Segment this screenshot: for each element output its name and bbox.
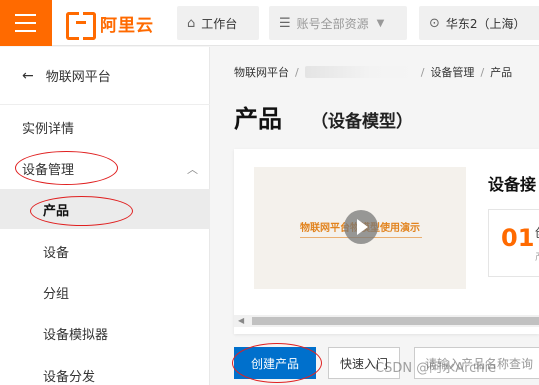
step-number: 01 <box>501 224 535 252</box>
breadcrumb-item-device-management[interactable]: 设备管理 <box>430 64 474 80</box>
sidebar-item-device-distribution[interactable]: 设备分发 <box>0 355 210 385</box>
sidebar-item-device-simulator[interactable]: 设备模拟器 <box>0 313 210 353</box>
main-content: 物联网平台 / / 设备管理 / 产品 产品 （设备模型） 物联网平台物模型使用… <box>211 47 539 385</box>
breadcrumb-item-products: 产品 <box>490 66 513 79</box>
sidebar-item-devices[interactable]: 设备 <box>0 231 210 271</box>
aliyun-logo-icon <box>66 12 96 40</box>
scrollbar-thumb[interactable] <box>252 317 539 325</box>
play-icon[interactable] <box>344 210 378 244</box>
sidebar-item-label: 设备管理 <box>22 162 75 178</box>
sidebar-item-label: 设备 <box>43 245 70 261</box>
sidebar-item-label: 设备分发 <box>43 369 96 385</box>
home-icon: ⌂ <box>187 15 196 31</box>
logo-text: 阿里云 <box>100 15 154 36</box>
region-selector[interactable]: ⊙ 华东2（上海） <box>419 6 539 40</box>
sidebar-item-device-management[interactable]: 设备管理 ︿ <box>0 148 210 188</box>
sidebar: ← 物联网平台 实例详情 设备管理 ︿ 产品 设备 分组 设备模拟器 设备分发 <box>0 47 210 385</box>
product-search-input[interactable]: 请输入产品名称查询 <box>414 347 539 379</box>
step-text: 创 <box>535 224 539 241</box>
sidebar-item-label: 产品 <box>43 203 70 219</box>
create-product-button[interactable]: 创建产品 <box>234 347 316 379</box>
sidebar-item-groups[interactable]: 分组 <box>0 272 210 312</box>
horizontal-scrollbar[interactable]: ◀ <box>234 315 539 327</box>
breadcrumb-item-iot-platform[interactable]: 物联网平台 <box>234 64 289 80</box>
workbench-button[interactable]: ⌂ 工作台 <box>177 6 259 40</box>
demo-video[interactable]: 物联网平台物模型使用演示 <box>254 167 466 289</box>
page-subtitle: （设备模型） <box>311 112 413 132</box>
step-card: 01 创 产 <box>488 209 539 277</box>
intro-panel: 物联网平台物模型使用演示 设备接 01 创 产 ◀ <box>234 149 539 334</box>
step-subtext: 产 <box>535 248 539 263</box>
region-label: 华东2（上海） <box>445 16 526 31</box>
breadcrumb: 物联网平台 / / 设备管理 / 产品 <box>234 64 513 80</box>
arrow-left-icon: ← <box>22 67 34 84</box>
scroll-left-icon[interactable]: ◀ <box>238 316 244 325</box>
aliyun-logo[interactable]: 阿里云 <box>66 11 154 40</box>
hamburger-menu-icon[interactable] <box>0 0 52 46</box>
chevron-down-icon: ▼ <box>376 17 385 29</box>
page-title: 产品 <box>234 105 282 133</box>
resource-group-selector[interactable]: ☰ 账号全部资源 ▼ <box>269 6 407 40</box>
location-icon: ⊙ <box>429 15 440 31</box>
resource-group-label: 账号全部资源 <box>296 16 369 31</box>
sidebar-item-label: 实例详情 <box>22 121 75 137</box>
chevron-up-icon: ︿ <box>187 163 198 176</box>
workbench-label: 工作台 <box>201 16 238 31</box>
sidebar-item-products[interactable]: 产品 <box>0 189 210 229</box>
access-guide-title: 设备接 <box>488 175 537 194</box>
sidebar-item-label: 分组 <box>43 286 70 302</box>
resource-group-icon: ☰ <box>279 15 291 31</box>
back-to-iot-platform[interactable]: ← 物联网平台 <box>0 47 210 105</box>
top-bar: 阿里云 ⌂ 工作台 ☰ 账号全部资源 ▼ ⊙ 华东2（上海） <box>0 0 539 46</box>
quick-start-button[interactable]: 快速入门 <box>328 347 400 379</box>
sidebar-item-instance-details[interactable]: 实例详情 <box>0 107 210 147</box>
sidebar-item-label: 设备模拟器 <box>43 327 109 343</box>
breadcrumb-item-redacted <box>304 66 415 78</box>
back-label: 物联网平台 <box>45 70 111 85</box>
